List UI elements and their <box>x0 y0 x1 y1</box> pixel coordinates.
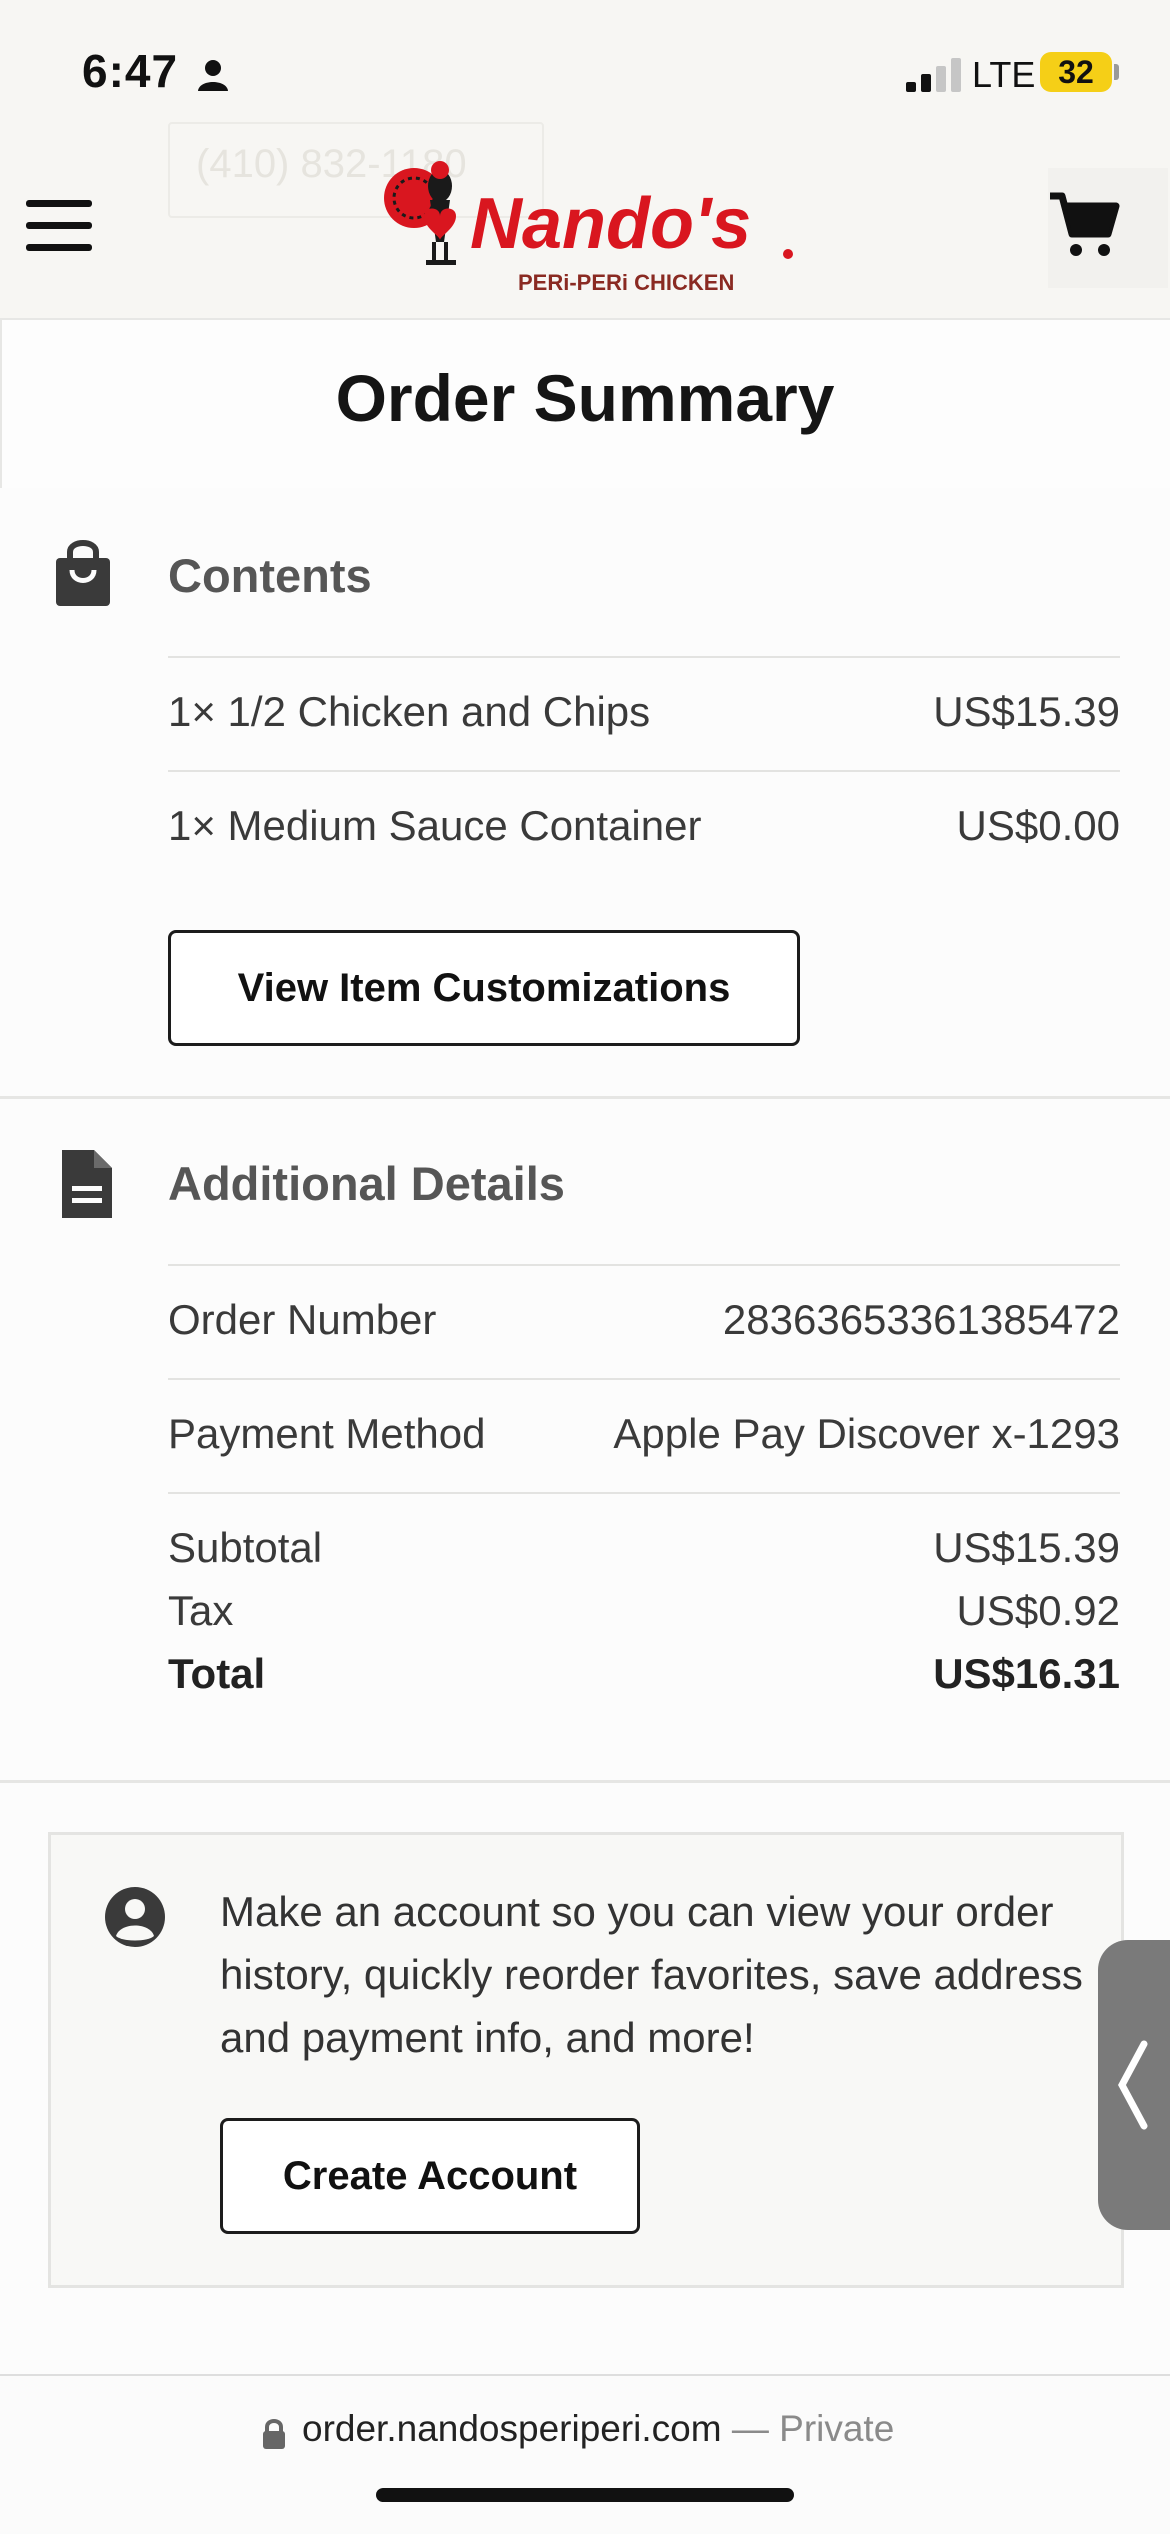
logo-wordmark: Nando's <box>470 184 751 264</box>
menu-icon[interactable] <box>26 196 96 256</box>
additional-details-title: Additional Details <box>168 1157 565 1210</box>
item-price: US$0.00 <box>956 802 1120 849</box>
status-time: 6:47 <box>82 45 179 97</box>
url-text[interactable]: order.nandosperiperi.com — Private <box>302 2408 894 2450</box>
contents-title: Contents <box>168 549 372 602</box>
page-title: Order Summary <box>335 361 835 435</box>
tax-label: Tax <box>168 1587 234 1634</box>
row-divider <box>168 1264 1120 1266</box>
order-number-label: Order Number <box>168 1296 437 1343</box>
tax-value: US$0.92 <box>956 1587 1120 1634</box>
subtotal-value: US$15.39 <box>933 1524 1120 1571</box>
payment-method-label: Payment Method <box>168 1410 486 1457</box>
person-icon <box>198 60 228 91</box>
network-type: LTE <box>972 54 1036 95</box>
rooster-icon <box>384 161 456 265</box>
url-privacy-label: — Private <box>731 2408 895 2449</box>
browser-url-bar[interactable] <box>0 2374 1170 2534</box>
account-circle-icon <box>105 1887 165 1947</box>
row-divider <box>168 1378 1120 1380</box>
item-name: 1× 1/2 Chicken and Chips <box>168 688 651 735</box>
section-divider <box>0 1096 1170 1099</box>
payment-method-value: Apple Pay Discover x-1293 <box>613 1410 1120 1457</box>
shopping-bag-icon <box>56 540 110 606</box>
view-item-customizations-button[interactable]: View Item Customizations <box>168 930 800 1046</box>
url-address: order.nandosperiperi.com <box>302 2408 722 2449</box>
order-number-value: 28363653361385472 <box>722 1296 1120 1343</box>
battery-tip <box>1114 64 1119 80</box>
chevron-left-icon[interactable] <box>1114 2040 1150 2130</box>
cart-icon[interactable] <box>1048 190 1120 262</box>
logo-tagline: PERi-PERi CHICKEN <box>518 270 734 295</box>
row-divider <box>168 1492 1120 1494</box>
total-label: Total <box>168 1650 266 1697</box>
account-promo-text: Make an account so you can view your ord… <box>220 1888 1083 2061</box>
create-account-button[interactable]: Create Account <box>220 2118 640 2234</box>
subtotal-label: Subtotal <box>168 1524 323 1571</box>
signal-icon <box>906 58 961 92</box>
battery-icon: 32 <box>1040 52 1112 92</box>
item-name: 1× Medium Sauce Container <box>168 802 702 849</box>
row-divider <box>168 656 1120 658</box>
total-value: US$16.31 <box>933 1650 1120 1697</box>
nandos-logo[interactable]: Nando's PERi-PERi CHICKEN <box>378 150 798 300</box>
item-price: US$15.39 <box>933 688 1120 735</box>
home-indicator[interactable] <box>376 2488 794 2502</box>
document-icon <box>62 1150 112 1218</box>
row-divider <box>168 770 1120 772</box>
lock-icon <box>263 2419 285 2449</box>
section-divider <box>0 1780 1170 1783</box>
